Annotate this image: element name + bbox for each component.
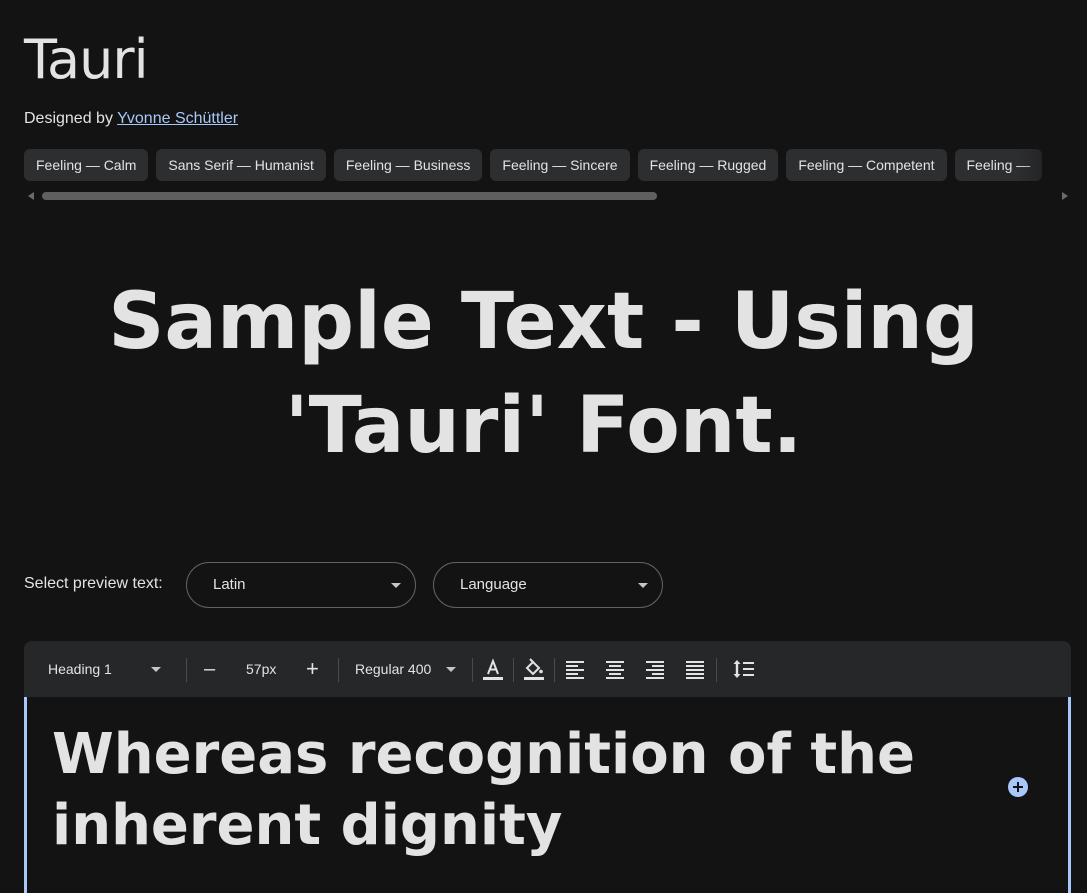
designer-prefix: Designed by	[24, 110, 113, 127]
text-style-dropdown[interactable]: Heading 1	[48, 641, 178, 697]
language-select-placeholder: Language	[460, 576, 527, 593]
script-select[interactable]: Latin	[186, 562, 416, 608]
line-height-icon[interactable]	[732, 657, 756, 681]
decrease-size-button[interactable]: –	[204, 641, 218, 697]
toolbar-divider	[472, 658, 473, 682]
preview-text-label: Select preview text:	[24, 575, 163, 592]
designer-link[interactable]: Yvonne Schüttler	[117, 110, 238, 127]
font-weight-value: Regular 400	[355, 661, 432, 677]
tag-chip[interactable]: Feeling — Calm	[24, 149, 149, 181]
chevron-down-icon	[446, 667, 456, 672]
align-left-icon[interactable]	[563, 657, 587, 681]
chevron-down-icon	[638, 583, 648, 588]
toolbar-divider	[716, 658, 717, 682]
tag-chip[interactable]: Feeling —	[954, 149, 1043, 181]
scrollbar-thumb[interactable]	[42, 192, 657, 200]
tag-chip[interactable]: Feeling — Rugged	[637, 149, 779, 181]
font-weight-dropdown[interactable]: Regular 400	[355, 641, 465, 697]
scroll-right-arrow-icon[interactable]	[1062, 192, 1068, 200]
paint-bucket-icon[interactable]	[522, 657, 546, 681]
chevron-down-icon	[391, 583, 401, 588]
designer-line: Designed by Yvonne Schüttler	[24, 110, 238, 128]
text-style-value: Heading 1	[48, 661, 112, 677]
tag-chip[interactable]: Sans Serif — Humanist	[156, 149, 326, 181]
toolbar-divider	[554, 658, 555, 682]
editor-preview-text[interactable]: Whereas recognition of the inherent dign…	[52, 719, 952, 861]
tag-chip[interactable]: Feeling — Sincere	[490, 149, 630, 181]
editor-toolbar: Heading 1 – 57px + Regular 400	[24, 641, 1071, 697]
chevron-down-icon	[151, 667, 161, 672]
align-justify-icon[interactable]	[683, 657, 707, 681]
font-detail-page: Tauri Designed by Yvonne Schüttler Feeli…	[0, 0, 1087, 893]
font-size-value[interactable]: 57px	[246, 641, 276, 697]
hero-sample-text: Sample Text - Using 'Tauri' Font.	[108, 277, 979, 471]
add-circle-icon[interactable]	[1008, 777, 1028, 797]
tag-chip[interactable]: Feeling — Competent	[786, 149, 947, 181]
scroll-left-arrow-icon[interactable]	[28, 192, 34, 200]
align-right-icon[interactable]	[643, 657, 667, 681]
increase-size-button[interactable]: +	[306, 641, 322, 697]
tag-scrollbar[interactable]	[24, 190, 1072, 202]
script-select-value: Latin	[213, 576, 246, 593]
text-color-icon[interactable]	[481, 657, 505, 681]
toolbar-divider	[186, 658, 187, 682]
preview-editor[interactable]: Whereas recognition of the inherent dign…	[24, 697, 1071, 893]
toolbar-divider	[513, 658, 514, 682]
toolbar-divider	[338, 658, 339, 682]
tag-list: Feeling — Calm Sans Serif — Humanist Fee…	[24, 149, 1087, 182]
tag-chip[interactable]: Feeling — Business	[333, 149, 483, 181]
font-family-title: Tauri	[24, 28, 149, 91]
language-select[interactable]: Language	[433, 562, 663, 608]
align-center-icon[interactable]	[603, 657, 627, 681]
